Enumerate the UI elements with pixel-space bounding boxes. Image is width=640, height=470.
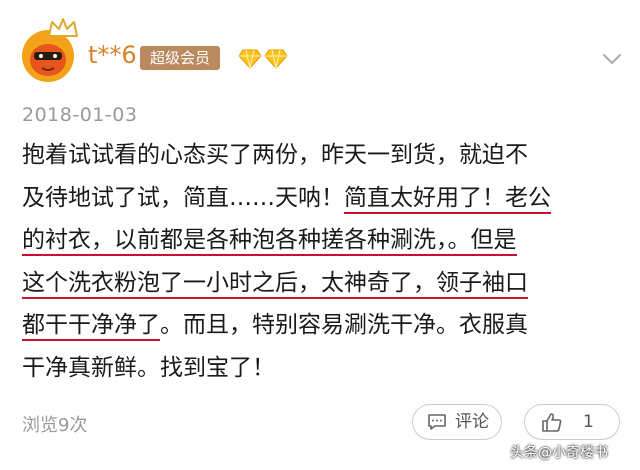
highlighted-text: 都干干净净了 [22, 312, 160, 341]
comment-button[interactable]: 评论 [412, 404, 502, 440]
comment-header: t**6 超级会员 [0, 0, 640, 100]
vip-badge: 超级会员 [140, 46, 221, 70]
comment-label: 评论 [455, 412, 489, 432]
comment-body: 抱着试试看的心态买了两份，昨天一到货，就迫不 及待地试了试，简直……天呐！简直太… [22, 134, 622, 389]
diamond-icon [264, 49, 288, 69]
highlighted-text: 简直太好用了！老公 [344, 184, 551, 214]
like-button[interactable]: 1 [524, 404, 620, 440]
comment-line: 的衬衣，以前都是各种泡各种搓各种涮洗，。但是 [22, 219, 622, 262]
comment-line: 都干干净净了。而且，特别容易涮洗干净。衣服真 [22, 304, 622, 347]
comment-line: 及待地试了试，简直……天呐！简直太好用了！老公 [22, 177, 622, 220]
line-text: 。而且，特别容易涮洗干净。衣服真 [160, 312, 528, 338]
post-date: 2018-01-03 [22, 104, 138, 126]
comment-line: 这个洗衣粉泡了一小时之后，太神奇了，领子袖口 [22, 262, 622, 305]
diamond-icon [238, 49, 262, 69]
username[interactable]: t**6 [88, 40, 137, 70]
more-options-icon[interactable] [600, 50, 624, 68]
crown-icon [48, 18, 78, 37]
line-text: 及待地试了试，简直……天呐！ [22, 184, 344, 211]
view-count: 浏览9次 [22, 415, 88, 436]
line-text: 抱着试试看的心态买了两份，昨天一到货，就迫不 [22, 142, 528, 168]
highlighted-text: 这个洗衣粉泡了一小时之后，太神奇了，领子袖口 [22, 269, 528, 299]
comment-line: 干净真新鲜。找到宝了！ [22, 347, 622, 390]
highlighted-text: 的衬衣，以前都是各种泡各种搓各种涮洗，。但是 [22, 227, 517, 256]
comment-icon [428, 414, 446, 430]
comment-line: 抱着试试看的心态买了两份，昨天一到货，就迫不 [22, 134, 622, 177]
watermark: 头条@小奇楼书 [510, 445, 608, 461]
thumbs-up-icon [542, 413, 562, 432]
line-text: 干净真新鲜。找到宝了！ [22, 354, 275, 381]
like-count: 1 [583, 412, 594, 432]
